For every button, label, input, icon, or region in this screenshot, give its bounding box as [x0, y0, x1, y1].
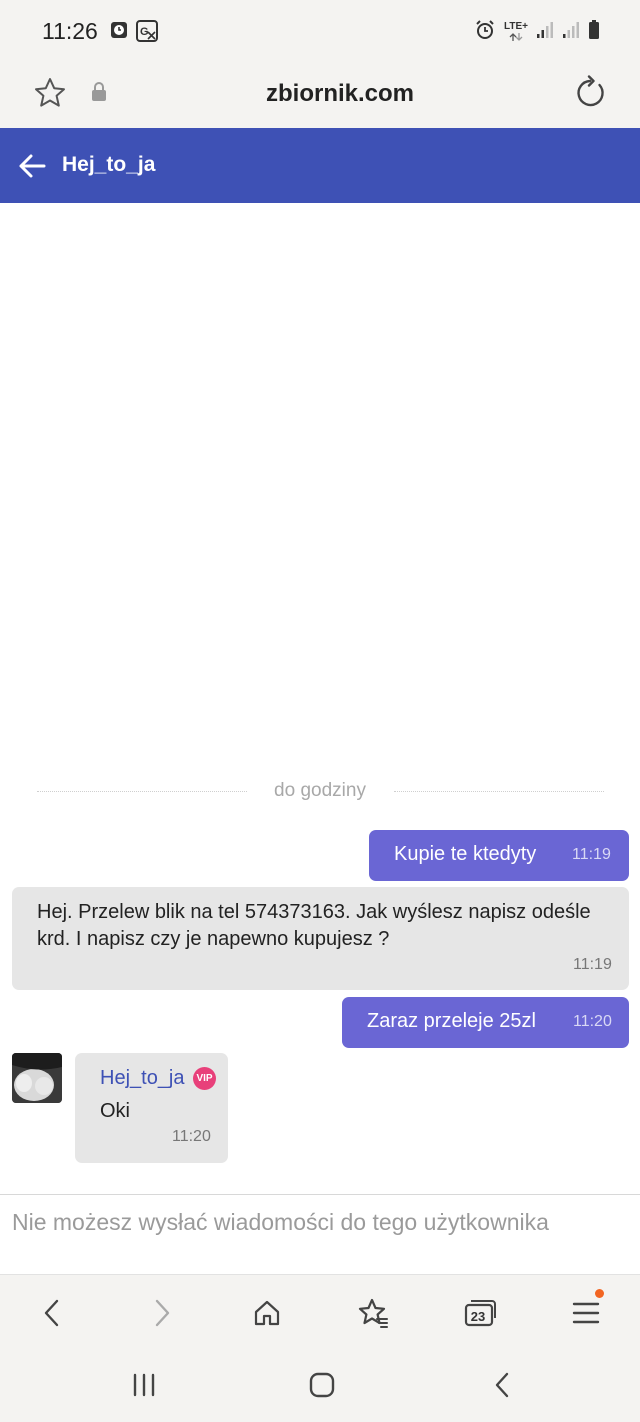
notification-dot [595, 1289, 604, 1298]
composer-disabled-text: Nie możesz wysłać wiadomości do tego uży… [12, 1209, 549, 1235]
message-time: 11:20 [573, 1013, 612, 1030]
message-bubble-incoming[interactable]: Hej. Przelew blik na tel 574373163. Jak … [12, 887, 629, 990]
signal-icon [536, 20, 554, 45]
message-bubble-outgoing[interactable]: Kupie te ktedyty 11:19 [369, 830, 629, 881]
bookmarks-icon[interactable] [353, 1293, 393, 1333]
avatar[interactable] [12, 1053, 62, 1103]
clock-app-icon [110, 20, 128, 45]
reload-icon[interactable] [572, 75, 608, 116]
home-button-icon[interactable] [302, 1370, 342, 1400]
back-arrow-icon[interactable] [17, 151, 47, 186]
message-bubble-outgoing[interactable]: Zaraz przeleje 25zl 11:20 [342, 997, 629, 1048]
home-icon[interactable] [247, 1293, 287, 1333]
menu-icon[interactable] [566, 1289, 606, 1333]
translate-icon: G [136, 20, 158, 47]
message-time: 11:19 [572, 846, 611, 863]
url-field[interactable]: zbiornik.com [0, 80, 640, 108]
message-bubble-incoming[interactable]: Hej_to_ja VIP Oki 11:20 [75, 1053, 228, 1163]
browser-url-bar: zbiornik.com [0, 62, 640, 128]
system-nav-bar [0, 1348, 640, 1422]
browser-bottom-nav: 23 [0, 1274, 640, 1348]
status-time: 11:26 [42, 18, 98, 44]
message-time: 11:19 [573, 956, 612, 973]
battery-icon [588, 19, 600, 45]
message-text: Hej. Przelew blik na tel 574373163. Jak … [37, 901, 591, 950]
signal-icon [562, 20, 580, 45]
system-back-icon[interactable] [482, 1370, 522, 1400]
chat-title: Hej_to_ja [62, 153, 156, 176]
chat-header: Hej_to_ja [0, 128, 640, 203]
message-text: Kupie te ktedyty [394, 843, 537, 865]
sender-name[interactable]: Hej_to_ja [100, 1067, 185, 1090]
message-text: Zaraz przeleje 25zl [367, 1010, 536, 1032]
time-divider: do godziny [0, 778, 640, 804]
message-time: 11:20 [172, 1128, 211, 1145]
message-text: Oki [100, 1100, 130, 1122]
tabs-icon[interactable]: 23 [460, 1293, 500, 1333]
status-right-group: LTE+ [474, 18, 600, 46]
forward-icon[interactable] [142, 1293, 182, 1333]
divider-line [394, 791, 604, 792]
tabs-count: 23 [470, 1308, 486, 1324]
status-bar: 11:26 G LTE+ [0, 0, 640, 62]
network-type: LTE+ [504, 22, 528, 42]
vip-badge: VIP [193, 1067, 216, 1090]
back-icon[interactable] [32, 1293, 72, 1333]
network-label: LTE+ [504, 21, 528, 32]
svg-text:G: G [140, 26, 149, 38]
message-composer: Nie możesz wysłać wiadomości do tego uży… [0, 1194, 640, 1274]
alarm-icon [474, 19, 496, 46]
recents-icon[interactable] [124, 1370, 164, 1400]
